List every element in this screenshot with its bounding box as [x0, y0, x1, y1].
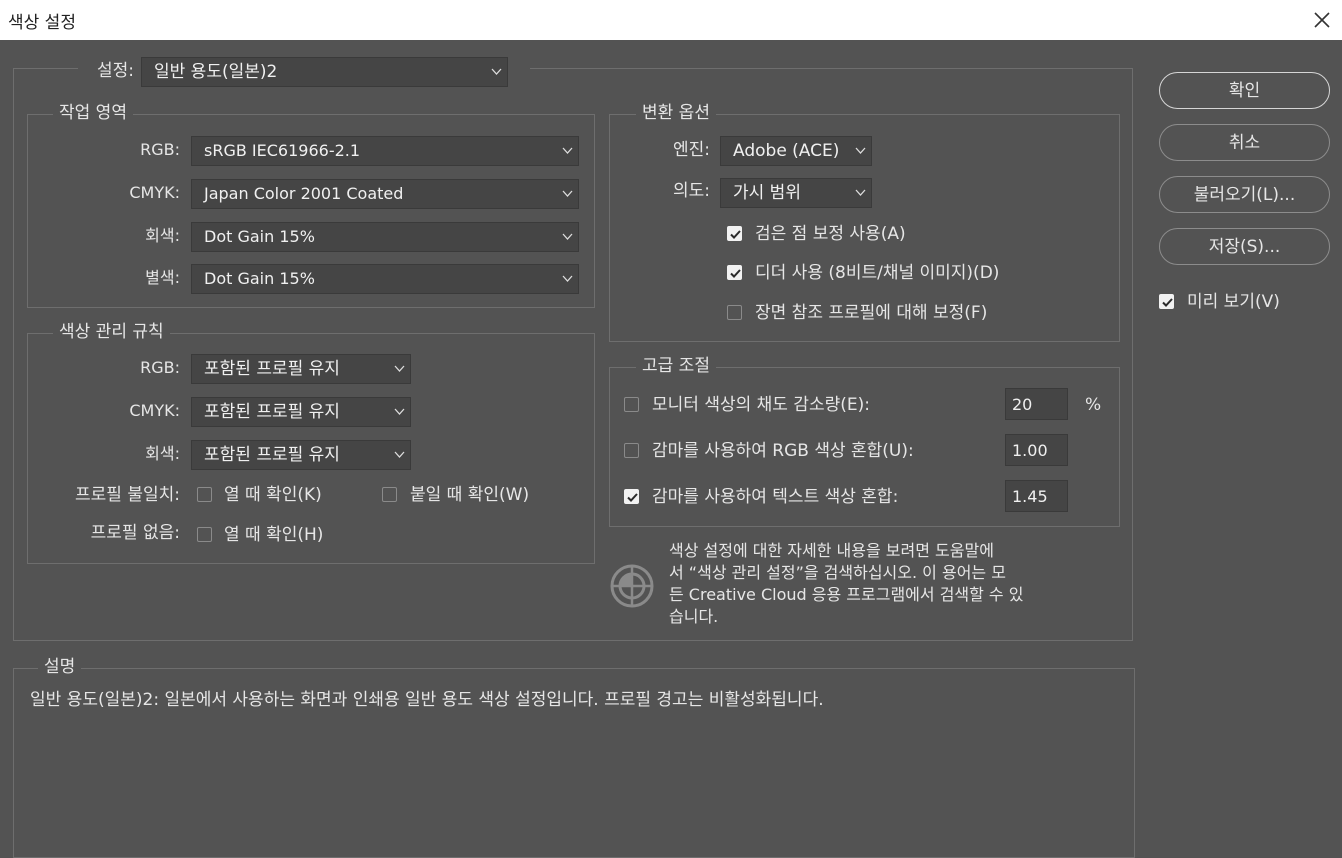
- checkmark-icon: [627, 493, 638, 502]
- mismatch-open-checkbox[interactable]: [197, 487, 212, 502]
- save-button[interactable]: 저장(S)...: [1159, 228, 1330, 265]
- blend-text-checkbox[interactable]: [624, 489, 639, 504]
- blend-text-label: 감마를 사용하여 텍스트 색상 혼합:: [652, 487, 899, 507]
- profile-missing-label: 프로필 없음:: [90, 523, 180, 543]
- intent-value: 가시 범위: [733, 183, 801, 203]
- cancel-button[interactable]: 취소: [1159, 124, 1330, 161]
- load-button[interactable]: 불러오기(L)...: [1159, 176, 1330, 213]
- engine-value: Adobe (ACE): [733, 141, 840, 161]
- dither-label: 디더 사용 (8비트/채널 이미지)(D): [755, 263, 1000, 283]
- scene-referred-checkbox[interactable]: [727, 305, 742, 320]
- chevron-down-icon: [491, 68, 502, 75]
- cancel-button-label: 취소: [1228, 133, 1261, 153]
- intent-select[interactable]: 가시 범위: [720, 178, 872, 208]
- black-point-checkbox[interactable]: [727, 226, 742, 241]
- ws-cmyk-label: CMYK:: [129, 183, 180, 202]
- cm-cmyk-label: CMYK:: [129, 401, 180, 420]
- cm-rgb-value: 포함된 프로필 유지: [204, 359, 340, 379]
- description-text: 일반 용도(일본)2: 일본에서 사용하는 화면과 인쇄용 일반 용도 색상 설…: [30, 690, 824, 710]
- cm-gray-select[interactable]: 포함된 프로필 유지: [191, 440, 411, 470]
- ws-spot-label: 별색:: [145, 268, 180, 287]
- advanced-legend: 고급 조절: [636, 356, 716, 376]
- conversion-legend: 변환 옵션: [636, 103, 716, 123]
- ok-button-label: 확인: [1228, 81, 1261, 101]
- cm-cmyk-value: 포함된 프로필 유지: [204, 402, 340, 422]
- mismatch-paste-label: 붙일 때 확인(W): [410, 485, 530, 505]
- cm-cmyk-select[interactable]: 포함된 프로필 유지: [191, 397, 411, 427]
- checkmark-icon: [730, 230, 741, 239]
- description-legend: 설명: [38, 657, 82, 677]
- blend-rgb-label: 감마를 사용하여 RGB 색상 혼합(U):: [652, 441, 914, 461]
- help-text-line-1: 색상 설정에 대한 자세한 내용을 보려면 도움말에: [669, 541, 994, 560]
- mismatch-open-label: 열 때 확인(K): [224, 485, 322, 505]
- cm-rgb-select[interactable]: 포함된 프로필 유지: [191, 354, 411, 384]
- desaturate-input[interactable]: 20: [1005, 388, 1068, 420]
- help-text-line-3: 든 Creative Cloud 응용 프로그램에서 검색할 수 있: [669, 585, 1024, 604]
- working-spaces-legend: 작업 영역: [53, 103, 133, 123]
- settings-label: 설정:: [96, 61, 134, 81]
- mismatch-paste-checkbox[interactable]: [382, 487, 397, 502]
- ws-rgb-value: sRGB IEC61966-2.1: [204, 141, 361, 160]
- settings-value: 일반 용도(일본)2: [154, 62, 278, 82]
- load-button-label: 불러오기(L)...: [1193, 185, 1296, 205]
- checkmark-icon: [730, 269, 741, 278]
- settings-select[interactable]: 일반 용도(일본)2: [141, 57, 508, 87]
- chevron-down-icon: [562, 275, 573, 282]
- cm-rgb-label: RGB:: [140, 358, 180, 377]
- desaturate-label: 모니터 색상의 채도 감소량(E):: [652, 395, 870, 415]
- blend-rgb-checkbox[interactable]: [624, 443, 639, 458]
- desaturate-checkbox[interactable]: [624, 397, 639, 412]
- chevron-down-icon: [855, 147, 866, 154]
- intent-label: 의도:: [672, 181, 710, 201]
- cm-gray-label: 회색:: [145, 444, 180, 463]
- chevron-down-icon: [562, 190, 573, 197]
- blend-text-input[interactable]: 1.45: [1005, 480, 1068, 512]
- ws-gray-value: Dot Gain 15%: [204, 227, 315, 246]
- blend-text-value: 1.45: [1012, 487, 1048, 506]
- engine-select[interactable]: Adobe (ACE): [720, 136, 872, 166]
- preview-checkbox[interactable]: [1159, 294, 1174, 309]
- dither-checkbox[interactable]: [727, 265, 742, 280]
- chevron-down-icon: [562, 233, 573, 240]
- blend-rgb-value: 1.00: [1012, 441, 1048, 460]
- color-target-icon: [609, 563, 655, 609]
- checkmark-icon: [1162, 298, 1173, 307]
- scene-referred-label: 장면 참조 프로필에 대해 보정(F): [755, 303, 988, 323]
- missing-open-label: 열 때 확인(H): [224, 525, 324, 545]
- ok-button[interactable]: 확인: [1159, 72, 1330, 109]
- desaturate-value: 20: [1012, 395, 1033, 414]
- ws-gray-label: 회색:: [145, 226, 180, 245]
- ws-rgb-select[interactable]: sRGB IEC61966-2.1: [191, 136, 579, 166]
- ws-spot-select[interactable]: Dot Gain 15%: [191, 264, 579, 294]
- desaturate-unit: %: [1085, 395, 1102, 415]
- color-management-legend: 색상 관리 규칙: [53, 322, 170, 342]
- ws-spot-value: Dot Gain 15%: [204, 269, 315, 288]
- help-text-line-2: 서 “색상 관리 설정”을 검색하십시오. 이 용어는 모: [669, 563, 1006, 582]
- ws-cmyk-value: Japan Color 2001 Coated: [204, 184, 404, 203]
- save-button-label: 저장(S)...: [1208, 237, 1281, 257]
- missing-open-checkbox[interactable]: [197, 527, 212, 542]
- cm-gray-value: 포함된 프로필 유지: [204, 445, 340, 465]
- chevron-down-icon: [394, 365, 405, 372]
- help-text-line-4: 습니다.: [669, 607, 719, 626]
- ws-cmyk-select[interactable]: Japan Color 2001 Coated: [191, 179, 579, 209]
- chevron-down-icon: [855, 189, 866, 196]
- chevron-down-icon: [394, 408, 405, 415]
- blend-rgb-input[interactable]: 1.00: [1005, 434, 1068, 466]
- chevron-down-icon: [394, 451, 405, 458]
- ws-rgb-label: RGB:: [140, 140, 180, 159]
- title-bar: [0, 0, 1342, 40]
- window-title: 색상 설정: [8, 13, 76, 33]
- profile-mismatch-label: 프로필 불일치:: [75, 485, 180, 505]
- preview-label: 미리 보기(V): [1187, 292, 1280, 312]
- chevron-down-icon: [562, 147, 573, 154]
- ws-gray-select[interactable]: Dot Gain 15%: [191, 222, 579, 252]
- black-point-label: 검은 점 보정 사용(A): [755, 224, 906, 244]
- close-icon[interactable]: [1309, 4, 1335, 34]
- engine-label: 엔진:: [672, 140, 710, 160]
